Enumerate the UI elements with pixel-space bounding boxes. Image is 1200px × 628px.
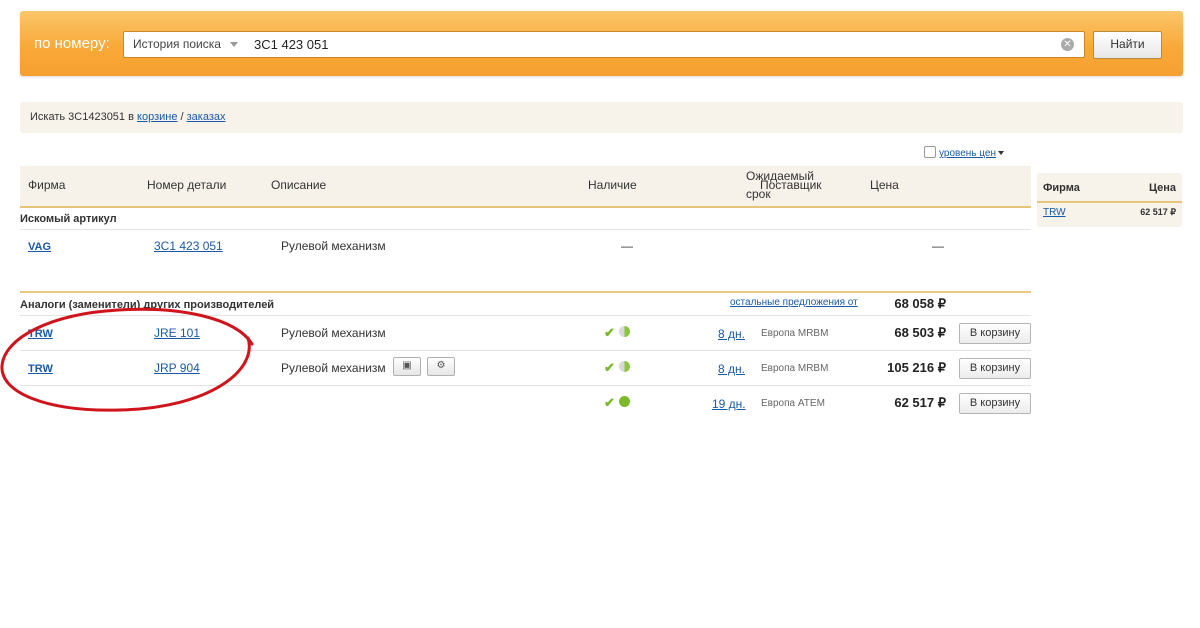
delivery-term-link[interactable]: 19 дн. — [712, 397, 746, 411]
stock-level-icon — [619, 396, 630, 407]
divider — [20, 229, 1031, 230]
side-brand-link[interactable]: TRW — [1043, 207, 1066, 218]
add-to-cart-button[interactable]: В корзину — [959, 358, 1031, 379]
price: — — [932, 239, 944, 253]
add-to-cart-button[interactable]: В корзину — [959, 393, 1031, 414]
side-table-header: Фирма Цена — [1037, 173, 1182, 203]
col-expected-term: Ожидаемый срок — [676, 169, 814, 201]
col-description: Описание — [271, 178, 327, 192]
col-part-number: Номер детали — [147, 178, 227, 192]
gear-icon[interactable]: ⚙ — [427, 357, 455, 376]
col-availability: Наличие — [588, 178, 637, 192]
search-history-dropdown[interactable]: История поиска — [124, 32, 253, 57]
col-supplier: Поставщик — [760, 178, 822, 192]
price-level-toggle[interactable]: уровень цен — [924, 146, 1004, 159]
side-price: 62 517 ₽ — [1140, 207, 1176, 217]
section-sought-article: Искомый артикул — [20, 213, 117, 225]
side-col-brand: Фирма — [1043, 182, 1080, 194]
divider — [20, 291, 1031, 293]
price: 105 216 ₽ — [887, 360, 946, 375]
description: Рулевой механизм — [281, 326, 386, 340]
results-table-header: Фирма Номер детали Описание Наличие Ожид… — [20, 166, 1031, 208]
side-col-price: Цена — [1148, 182, 1176, 194]
add-to-cart-button[interactable]: В корзину — [959, 323, 1031, 344]
camera-icon[interactable]: ▣ — [393, 357, 421, 376]
link-separator: / — [177, 111, 187, 123]
caret-down-icon — [997, 151, 1004, 155]
supplier: Европа MRBM — [761, 328, 829, 339]
description: Рулевой механизм — [281, 361, 386, 375]
price-level-link[interactable]: уровень цен — [939, 148, 996, 159]
price-level-checkbox[interactable] — [924, 146, 936, 158]
price: 68 503 ₽ — [894, 325, 946, 340]
orders-link[interactable]: заказах — [187, 111, 226, 123]
supplier: Европа ATEM — [761, 398, 825, 409]
search-in-text: Искать 3C1423051 в корзине / заказах — [30, 102, 226, 133]
red-annotation-ellipse — [0, 307, 254, 412]
search-history-label: История поиска — [133, 37, 221, 51]
stock-level-icon — [619, 326, 630, 337]
supplier: Европа MRBM — [761, 363, 829, 374]
delivery-term-link[interactable]: 8 дн. — [718, 327, 745, 341]
search-input[interactable]: 3C1 423 051 — [254, 32, 328, 57]
price: 62 517 ₽ — [894, 395, 946, 410]
other-offers-link[interactable]: остальные предложения от — [730, 297, 858, 308]
delivery-term-link[interactable]: 8 дн. — [718, 362, 745, 376]
cheapest-offer-panel: Фирма Цена TRW 62 517 ₽ — [1037, 173, 1182, 227]
search-field[interactable]: История поиска 3C1 423 051 ✕ — [123, 31, 1085, 58]
search-in-prefix: Искать 3C1423051 в — [30, 111, 138, 123]
search-label: по номеру: — [34, 35, 110, 52]
availability: — — [621, 239, 633, 253]
part-number-link[interactable]: 3C1 423 051 — [154, 239, 223, 253]
search-in-bar: Искать 3C1423051 в корзине / заказах — [20, 102, 1183, 133]
search-bar: по номеру: История поиска 3C1 423 051 ✕ … — [20, 11, 1183, 76]
col-price: Цена — [870, 178, 899, 192]
stock-level-icon — [619, 361, 630, 372]
clear-icon[interactable]: ✕ — [1061, 38, 1074, 51]
brand-link[interactable]: VAG — [28, 241, 51, 253]
cart-link[interactable]: корзине — [137, 111, 177, 123]
chevron-down-icon — [230, 42, 238, 47]
col-brand: Фирма — [28, 178, 66, 192]
other-offers-price: 68 058 ₽ — [894, 296, 946, 311]
in-stock-check-icon: ✔ — [604, 325, 615, 340]
search-button[interactable]: Найти — [1093, 31, 1162, 59]
in-stock-check-icon: ✔ — [604, 360, 615, 375]
description: Рулевой механизм — [281, 239, 386, 253]
in-stock-check-icon: ✔ — [604, 395, 615, 410]
